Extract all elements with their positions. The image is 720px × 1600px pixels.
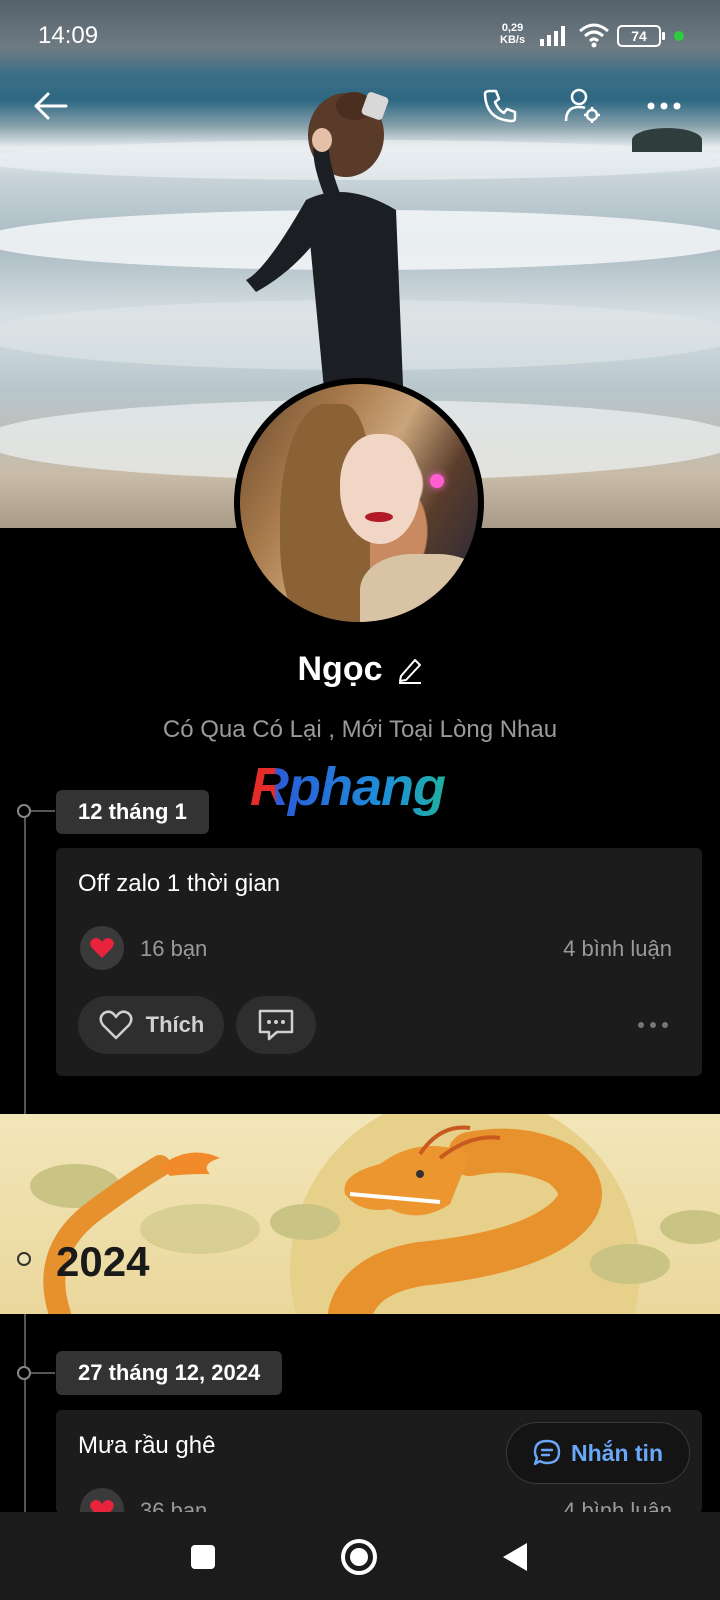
year-label: 2024 — [56, 1238, 150, 1285]
nav-home-icon — [341, 1539, 377, 1575]
profile-name-row: Ngọc — [0, 650, 720, 689]
comment-button[interactable] — [236, 996, 316, 1054]
timeline-dot — [17, 1252, 31, 1266]
nav-recents-button[interactable] — [178, 1532, 228, 1582]
message-label: Nhắn tin — [571, 1439, 663, 1466]
profile-name: Ngọc — [297, 650, 383, 688]
wifi-icon — [579, 23, 609, 48]
nav-back-icon — [503, 1543, 527, 1571]
message-button[interactable]: Nhắn tin — [506, 1422, 690, 1484]
status-bar: 14:09 0,29 KB/s 74 — [0, 0, 720, 72]
reaction-badge — [80, 1488, 124, 1514]
comments-count[interactable]: 4 bình luận — [563, 936, 672, 962]
heart-icon — [90, 938, 114, 958]
battery-indicator: 74 — [617, 25, 665, 47]
reaction-badge — [80, 926, 124, 970]
post-date: 12 tháng 1 — [56, 790, 209, 834]
person-figure — [246, 92, 404, 410]
post-more-button[interactable] — [638, 1022, 668, 1028]
like-label: Thích — [145, 1012, 205, 1037]
post-card[interactable]: Off zalo 1 thời gian 16 bạn 4 bình luận … — [56, 848, 702, 1076]
phone-icon — [483, 89, 517, 123]
timeline-dot — [17, 804, 31, 818]
profile-bio: Có Qua Có Lại , Mới Toại Lòng Nhau — [162, 716, 558, 743]
more-icon — [647, 102, 681, 110]
edit-icon[interactable] — [397, 656, 423, 684]
timeline-dot — [17, 1366, 31, 1380]
post-date: 27 tháng 12, 2024 — [56, 1351, 283, 1395]
post-text: Mưa rầu ghê — [78, 1432, 216, 1459]
avatar[interactable] — [234, 378, 484, 628]
post-text: Off zalo 1 thời gian — [78, 870, 281, 897]
watermark-logo: Rphang — [250, 757, 446, 817]
comment-icon — [258, 1009, 294, 1041]
signal-icon — [540, 26, 565, 46]
privacy-dot-icon — [674, 31, 684, 41]
profile-settings-button[interactable] — [560, 84, 604, 128]
likes-count[interactable]: 16 bạn — [140, 936, 207, 962]
nav-back-button[interactable] — [490, 1532, 540, 1582]
user-settings-icon — [564, 88, 600, 123]
like-button[interactable]: Thích — [78, 996, 224, 1054]
nav-home-button[interactable] — [334, 1532, 384, 1582]
back-button[interactable] — [28, 84, 72, 128]
call-button[interactable] — [478, 84, 522, 128]
more-options-button[interactable] — [642, 84, 686, 128]
chat-icon — [533, 1439, 561, 1466]
heart-outline-icon — [99, 1010, 133, 1040]
back-arrow-icon — [34, 92, 68, 120]
status-time: 14:09 — [38, 22, 99, 49]
network-speed: 0,29 KB/s — [500, 22, 526, 46]
system-nav-bar — [0, 1512, 720, 1600]
nav-recents-icon — [191, 1545, 215, 1569]
